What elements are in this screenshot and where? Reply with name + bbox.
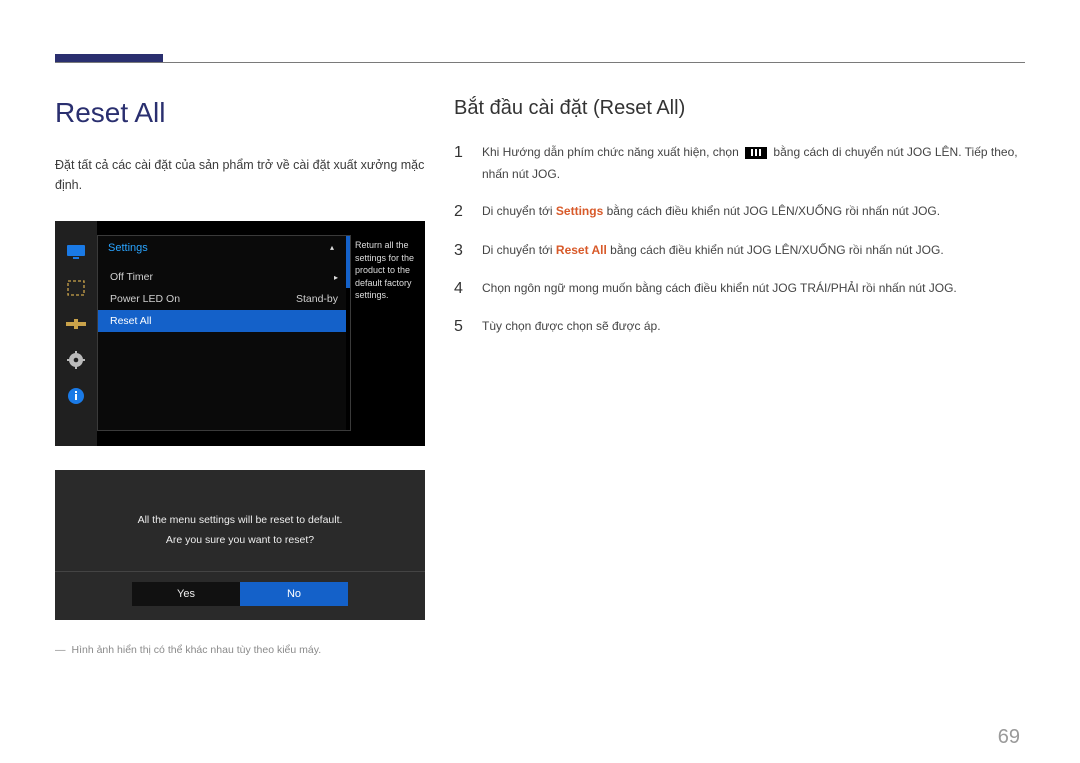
slider-icon <box>65 315 87 333</box>
osd-row-label: Off Timer <box>110 271 153 283</box>
osd-panel-header: Settings ▴ <box>98 236 350 260</box>
osd-confirm-dialog: All the menu settings will be reset to d… <box>55 470 425 620</box>
osd-row-label: Power LED On <box>110 293 180 305</box>
step-2: 2 Di chuyển tới Settings bằng cách điều … <box>454 201 1024 223</box>
step-text: Chọn ngôn ngữ mong muốn bằng cách điều k… <box>482 278 1024 300</box>
gear-icon <box>65 351 87 369</box>
confirm-line-1: All the menu settings will be reset to d… <box>138 511 343 531</box>
step-number: 4 <box>454 278 468 300</box>
step-1: 1 Khi Hướng dẫn phím chức năng xuất hiện… <box>454 142 1024 185</box>
osd-scroll-thumb[interactable] <box>346 236 350 288</box>
osd-menu-list: Off Timer ▸ Power LED On Stand-by Reset … <box>98 266 350 332</box>
osd-header-label: Settings <box>108 242 148 254</box>
osd-main-panel: Settings ▴ Off Timer ▸ Power LED On Stan… <box>97 235 351 431</box>
step-text: Tùy chọn được chọn sẽ được áp. <box>482 316 1024 338</box>
step-2-text-a: Di chuyển tới <box>482 204 556 218</box>
chevron-up-icon: ▴ <box>330 243 334 252</box>
step-3-highlight: Reset All <box>556 243 607 257</box>
step-3-text-b: bằng cách điều khiển nút JOG LÊN/XUỐNG r… <box>607 243 944 257</box>
confirm-line-2: Are you sure you want to reset? <box>138 531 343 551</box>
step-2-text-b: bằng cách điều khiển nút JOG LÊN/XUỐNG r… <box>603 204 940 218</box>
step-2-highlight: Settings <box>556 204 603 218</box>
section-title: Reset All <box>55 97 435 129</box>
monitor-icon <box>65 243 87 261</box>
page-number: 69 <box>998 726 1020 749</box>
step-text: Di chuyển tới Settings bằng cách điều kh… <box>482 201 1024 223</box>
confirm-divider <box>55 571 425 572</box>
square-icon <box>65 279 87 297</box>
osd-row-reset-all[interactable]: Reset All <box>98 310 350 332</box>
osd-row-value: Stand-by <box>296 293 338 305</box>
osd-sidebar <box>55 221 97 446</box>
step-5: 5 Tùy chọn được chọn sẽ được áp. <box>454 316 1024 338</box>
chevron-right-icon: ▸ <box>334 273 338 282</box>
step-3: 3 Di chuyển tới Reset All bằng cách điều… <box>454 240 1024 262</box>
footnote-dash: ― <box>55 644 66 656</box>
osd-row-off-timer[interactable]: Off Timer ▸ <box>98 266 350 288</box>
footnote-text: Hình ảnh hiển thị có thể khác nhau tùy t… <box>72 644 322 656</box>
osd-help-text: Return all the settings for the product … <box>353 235 419 306</box>
confirm-button-row: Yes No <box>132 582 348 606</box>
step-number: 2 <box>454 201 468 223</box>
step-number: 5 <box>454 316 468 338</box>
step-text: Khi Hướng dẫn phím chức năng xuất hiện, … <box>482 142 1024 185</box>
section-subtitle: Đặt tất cả các cài đặt của sản phẩm trở … <box>55 155 435 195</box>
header-rule <box>55 62 1025 63</box>
osd-row-power-led[interactable]: Power LED On Stand-by <box>98 288 350 310</box>
step-3-text-a: Di chuyển tới <box>482 243 556 257</box>
step-1-text-a: Khi Hướng dẫn phím chức năng xuất hiện, … <box>482 145 742 159</box>
left-column: Reset All Đặt tất cả các cài đặt của sản… <box>55 97 435 656</box>
osd-row-label: Reset All <box>110 315 151 327</box>
menu-inline-icon <box>745 147 767 159</box>
info-icon <box>65 387 87 405</box>
step-text: Di chuyển tới Reset All bằng cách điều k… <box>482 240 1024 262</box>
step-number: 3 <box>454 240 468 262</box>
footnote: ― Hình ảnh hiển thị có thể khác nhau tùy … <box>55 644 435 656</box>
steps-list: 1 Khi Hướng dẫn phím chức năng xuất hiện… <box>454 142 1024 339</box>
confirm-yes-button[interactable]: Yes <box>132 582 240 606</box>
subsection-title: Bắt đầu cài đặt (Reset All) <box>454 97 1024 120</box>
osd-scrollbar[interactable] <box>346 236 350 430</box>
step-number: 1 <box>454 142 468 164</box>
osd-screenshot-settings: Settings ▴ Off Timer ▸ Power LED On Stan… <box>55 221 425 446</box>
confirm-no-button[interactable]: No <box>240 582 348 606</box>
confirm-message: All the menu settings will be reset to d… <box>138 511 343 551</box>
right-column: Bắt đầu cài đặt (Reset All) 1 Khi Hướng … <box>454 97 1024 339</box>
step-4: 4 Chọn ngôn ngữ mong muốn bằng cách điều… <box>454 278 1024 300</box>
